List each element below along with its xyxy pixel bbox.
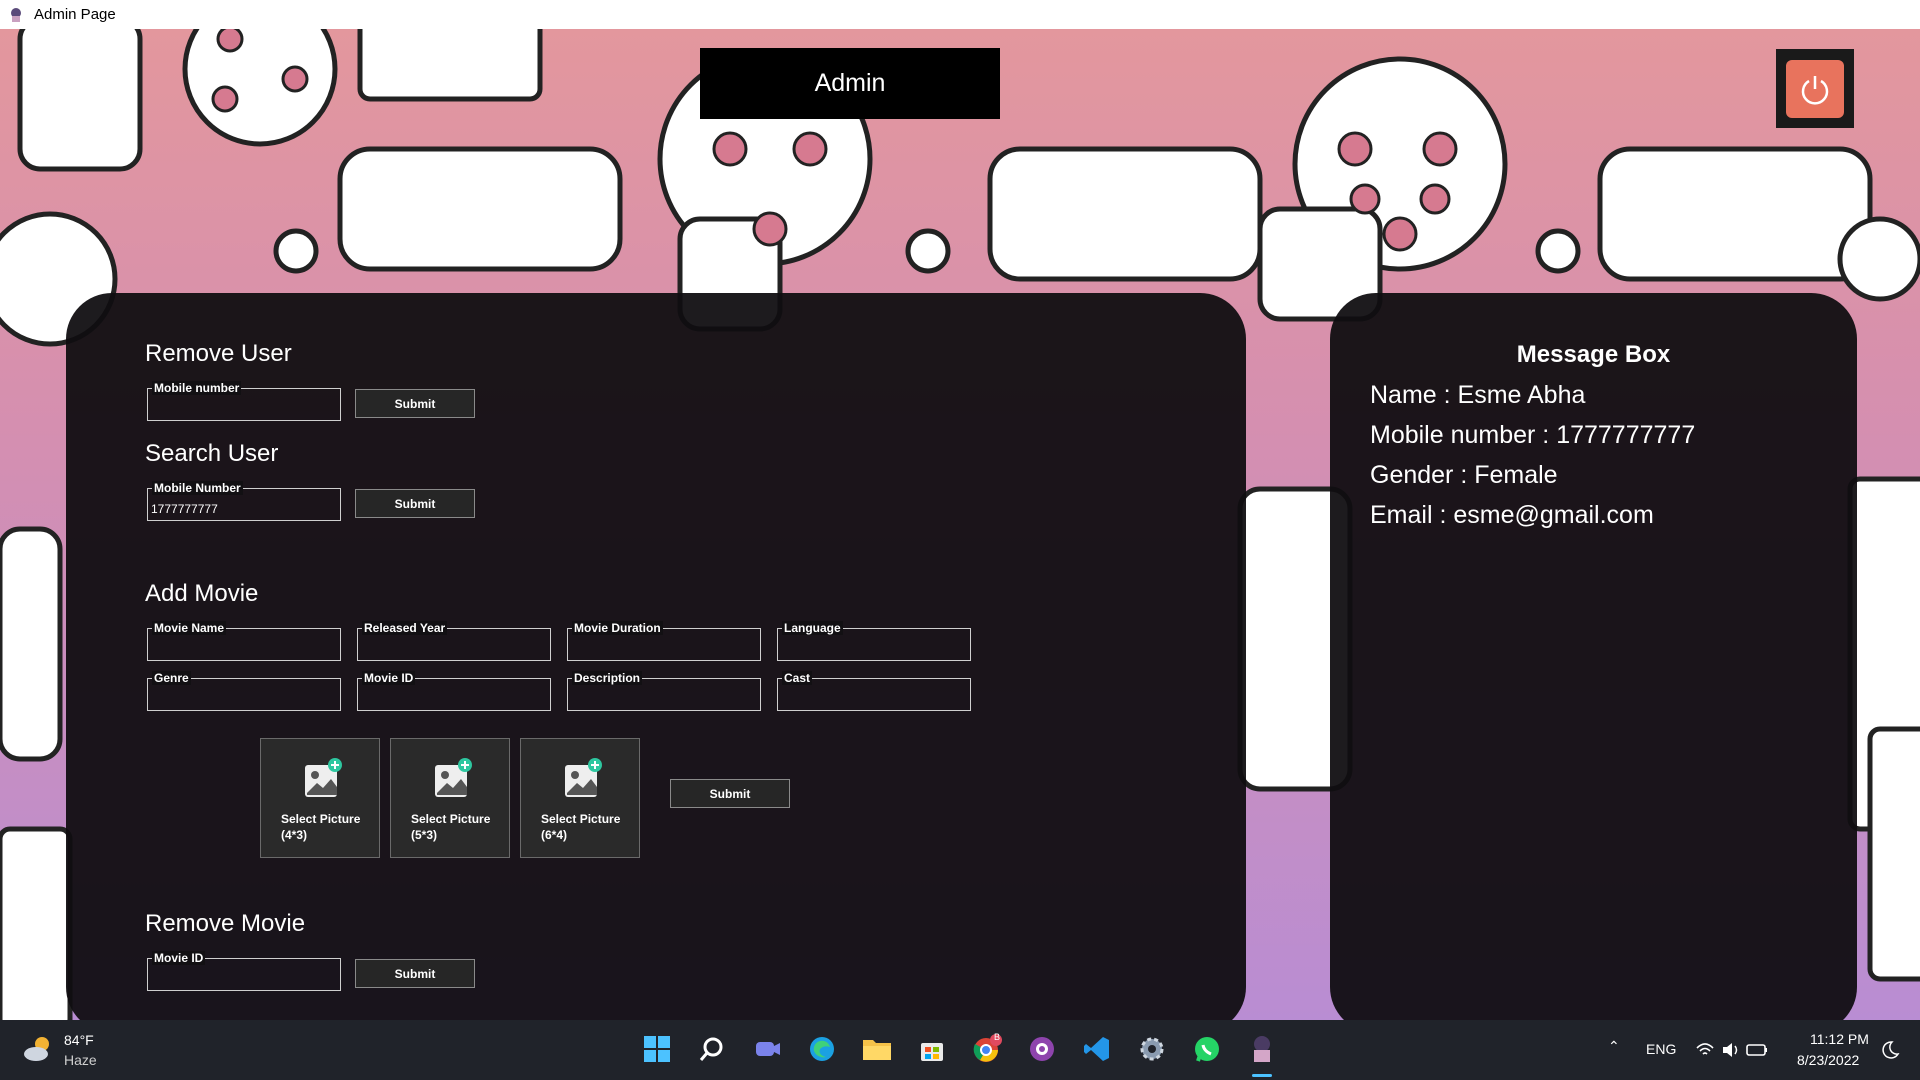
select-picture-label: Select Picture (6*4): [541, 812, 621, 842]
weather-haze-icon[interactable]: [22, 1034, 56, 1064]
add-image-icon: [565, 758, 602, 797]
language-field[interactable]: Language: [777, 621, 971, 661]
field-label: Movie Duration: [572, 621, 663, 635]
remove-user-mobile-input[interactable]: [151, 402, 336, 416]
cast-field[interactable]: Cast: [777, 671, 971, 711]
field-label: Cast: [782, 671, 813, 685]
search-icon[interactable]: [695, 1032, 729, 1066]
field-label: Mobile Number: [152, 481, 243, 495]
field-label: Description: [572, 671, 643, 685]
weather-temperature[interactable]: 84°F: [64, 1032, 94, 1048]
search-user-mobile-field[interactable]: Mobile Number: [147, 481, 341, 521]
select-picture-5x3-button[interactable]: Select Picture (5*3): [390, 738, 510, 858]
admin-actions-panel: Remove User Mobile number Submit Search …: [66, 293, 1246, 1033]
admin-app-taskbar-icon[interactable]: [1245, 1032, 1279, 1066]
do-not-disturb-moon-icon[interactable]: [1880, 1040, 1900, 1060]
clock-date[interactable]: 8/23/2022: [1797, 1052, 1859, 1068]
field-label: Mobile number: [152, 381, 242, 395]
search-user-heading: Search User: [145, 440, 279, 467]
movie-id-field[interactable]: Movie ID: [357, 671, 551, 711]
genre-field[interactable]: Genre: [147, 671, 341, 711]
network-volume-battery-icons[interactable]: [1695, 1040, 1775, 1060]
window-title: Admin Page: [34, 6, 116, 23]
field-label: Movie ID: [152, 951, 206, 965]
remove-user-heading: Remove User: [145, 340, 292, 367]
movie-name-field[interactable]: Movie Name: [147, 621, 341, 661]
github-desktop-icon[interactable]: [1025, 1032, 1059, 1066]
show-hidden-icons-chevron-icon[interactable]: ⌃: [1608, 1038, 1620, 1055]
add-image-icon: [305, 758, 342, 797]
released-year-field[interactable]: Released Year: [357, 621, 551, 661]
settings-gear-icon[interactable]: [1135, 1032, 1169, 1066]
search-user-mobile-input[interactable]: [151, 502, 336, 516]
remove-movie-heading: Remove Movie: [145, 910, 306, 937]
power-icon: [1801, 75, 1829, 105]
start-windows-icon[interactable]: [640, 1032, 674, 1066]
vscode-icon[interactable]: [1080, 1032, 1114, 1066]
clock-time[interactable]: 11:12 PM: [1810, 1031, 1869, 1047]
teams-chat-icon[interactable]: [750, 1032, 784, 1066]
search-user-submit-button[interactable]: Submit: [355, 489, 475, 518]
remove-user-mobile-field[interactable]: Mobile number: [147, 381, 341, 421]
chrome-browser-icon[interactable]: B: [970, 1032, 1004, 1066]
file-explorer-icon[interactable]: [860, 1032, 894, 1066]
edge-browser-icon[interactable]: [805, 1032, 839, 1066]
app-icon: [11, 7, 21, 22]
field-label: Genre: [152, 671, 191, 685]
add-movie-heading: Add Movie: [145, 580, 259, 607]
user-gender-line: Gender : Female: [1370, 461, 1558, 489]
description-field[interactable]: Description: [567, 671, 761, 711]
select-picture-label: Select Picture (4*3): [281, 812, 361, 842]
whatsapp-icon[interactable]: [1190, 1032, 1224, 1066]
select-picture-label: Select Picture (5*3): [411, 812, 491, 842]
remove-movie-id-field[interactable]: Movie ID: [147, 951, 341, 991]
microsoft-store-icon[interactable]: [915, 1032, 949, 1066]
select-picture-4x3-button[interactable]: Select Picture (4*3): [260, 738, 380, 858]
chrome-badge: B: [994, 1032, 1001, 1042]
user-mobile-line: Mobile number : 1777777777: [1370, 421, 1696, 449]
select-picture-6x4-button[interactable]: Select Picture (6*4): [520, 738, 640, 858]
add-movie-submit-button[interactable]: Submit: [670, 779, 790, 808]
field-label: Movie ID: [362, 671, 416, 685]
message-box-title: Message Box: [1516, 341, 1671, 368]
admin-title-bar: Admin: [700, 48, 1000, 119]
remove-movie-submit-button[interactable]: Submit: [355, 959, 475, 988]
field-label: Language: [782, 621, 843, 635]
add-image-icon: [435, 758, 472, 797]
active-app-indicator: [1252, 1074, 1272, 1077]
weather-description[interactable]: Haze: [64, 1052, 97, 1068]
language-indicator[interactable]: ENG: [1646, 1041, 1676, 1057]
movie-duration-field[interactable]: Movie Duration: [567, 621, 761, 661]
field-label: Movie Name: [152, 621, 227, 635]
user-name-line: Name : Esme Abha: [1370, 381, 1586, 409]
field-label: Released Year: [362, 621, 448, 635]
remove-user-submit-button[interactable]: Submit: [355, 389, 475, 418]
window-titlebar: Admin Page: [0, 0, 1920, 29]
logout-button[interactable]: [1776, 49, 1854, 128]
user-email-line: Email : esme@gmail.com: [1370, 501, 1654, 529]
windows-taskbar: 84°F Haze B ⌃ ENG 11:12 PM 8/23/2022: [0, 1020, 1920, 1080]
